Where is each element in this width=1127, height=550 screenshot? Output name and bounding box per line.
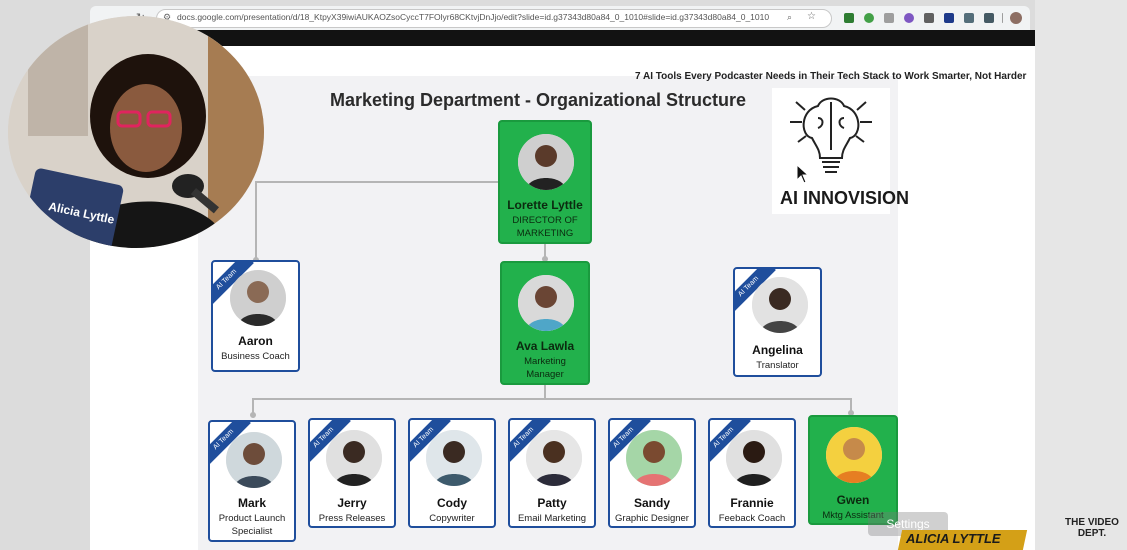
person-avatar xyxy=(752,277,808,333)
extension-icon[interactable] xyxy=(864,13,874,23)
person-avatar xyxy=(230,270,286,326)
connector-line xyxy=(255,181,257,261)
person-name: Cody xyxy=(437,496,467,510)
person-role: Translator xyxy=(756,360,799,371)
person-avatar xyxy=(526,430,582,486)
slide-heading: 7 AI Tools Every Podcaster Needs in Thei… xyxy=(635,71,1027,82)
logo-text: AI INNOVISION xyxy=(780,188,910,208)
person-avatar xyxy=(826,427,882,483)
extensions-puzzle-icon[interactable] xyxy=(984,13,994,23)
connector-dot xyxy=(250,412,256,418)
toolbar-divider xyxy=(1002,13,1003,23)
address-bar[interactable]: ⚙ docs.google.com/presentation/d/18_Ktpy… xyxy=(156,9,832,28)
person-name: Frannie xyxy=(730,496,774,510)
ai-innovision-logo: AI INNOVISION xyxy=(772,88,909,214)
person-role: Graphic Designer xyxy=(615,513,689,524)
org-card-jerry[interactable]: AI Team Jerry Press Releases xyxy=(308,418,396,528)
person-name: Jerry xyxy=(337,496,367,510)
extension-icon[interactable] xyxy=(944,13,954,23)
org-card-cody[interactable]: AI Team Cody Copywriter xyxy=(408,418,496,528)
org-card-angelina[interactable]: AI Team Angelina Translator xyxy=(733,267,822,377)
browser-toolbar: → ↻ ⚙ docs.google.com/presentation/d/18_… xyxy=(90,6,1030,30)
person-name: Angelina xyxy=(752,343,803,357)
lower-third-name: ALICIA LYTTLE xyxy=(906,531,1001,546)
org-card-gwen[interactable]: Gwen Mktg Assistant xyxy=(808,415,898,525)
person-name: Patty xyxy=(537,496,567,510)
person-role: Business Coach xyxy=(221,351,290,362)
person-avatar xyxy=(426,430,482,486)
brain-lightbulb-icon xyxy=(790,97,872,173)
org-card-mark[interactable]: AI Team Mark Product Launch Specialist xyxy=(208,420,296,542)
person-avatar xyxy=(326,430,382,486)
person-name: Gwen xyxy=(836,493,870,507)
org-card-aaron[interactable]: AI Team Aaron Business Coach xyxy=(211,260,300,372)
org-card-patty[interactable]: AI Team Patty Email Marketing xyxy=(508,418,596,528)
person-role: Press Releases xyxy=(318,513,386,524)
extension-icon[interactable] xyxy=(884,13,894,23)
bookmark-star-icon[interactable]: ☆ xyxy=(807,11,816,22)
person-role: DIRECTOR OF MARKETING xyxy=(512,215,578,239)
extension-icon[interactable] xyxy=(964,13,974,23)
person-role: Product Launch Specialist xyxy=(218,513,286,537)
person-avatar xyxy=(626,430,682,486)
person-avatar xyxy=(518,134,574,190)
webcam-overlay: Alicia Lyttle xyxy=(8,16,264,248)
org-card-sandy[interactable]: AI Team Sandy Graphic Designer xyxy=(608,418,696,528)
extension-icon[interactable] xyxy=(844,13,854,23)
channel-watermark: THE VIDEO DEPT. xyxy=(1065,517,1119,539)
person-role: Marketing Manager xyxy=(524,356,566,380)
chart-title: Marketing Department - Organizational St… xyxy=(330,90,747,110)
person-avatar xyxy=(226,432,282,488)
person-avatar xyxy=(726,430,782,486)
extension-icon[interactable] xyxy=(924,13,934,23)
org-card-manager[interactable]: Ava Lawla Marketing Manager xyxy=(500,261,590,385)
person-role: Copywriter xyxy=(429,513,475,524)
org-card-frannie[interactable]: AI Team Frannie Feeback Coach xyxy=(708,418,796,528)
url-text: docs.google.com/presentation/d/18_KtpyX3… xyxy=(177,12,770,22)
person-name: Sandy xyxy=(633,496,670,510)
connector-line xyxy=(544,385,546,399)
connector-line xyxy=(252,398,852,400)
person-name: Ava Lawla xyxy=(515,339,575,353)
person-role: Feeback Coach xyxy=(718,513,786,524)
person-avatar xyxy=(518,275,574,331)
mouse-cursor-icon xyxy=(796,164,810,184)
profile-avatar[interactable] xyxy=(1010,12,1022,24)
presenter-video xyxy=(8,16,264,248)
person-name: Aaron xyxy=(238,334,273,348)
person-name: Lorette Lyttle xyxy=(507,198,583,212)
background-panel xyxy=(1035,0,1127,550)
zoom-icon[interactable]: ⌕ xyxy=(787,12,792,23)
person-role: Email Marketing xyxy=(517,513,587,524)
slides-toolbar-band xyxy=(90,30,1035,46)
extension-icon[interactable] xyxy=(904,13,914,23)
person-name: Mark xyxy=(237,496,266,510)
org-card-director[interactable]: Lorette Lyttle DIRECTOR OF MARKETING xyxy=(498,120,592,244)
